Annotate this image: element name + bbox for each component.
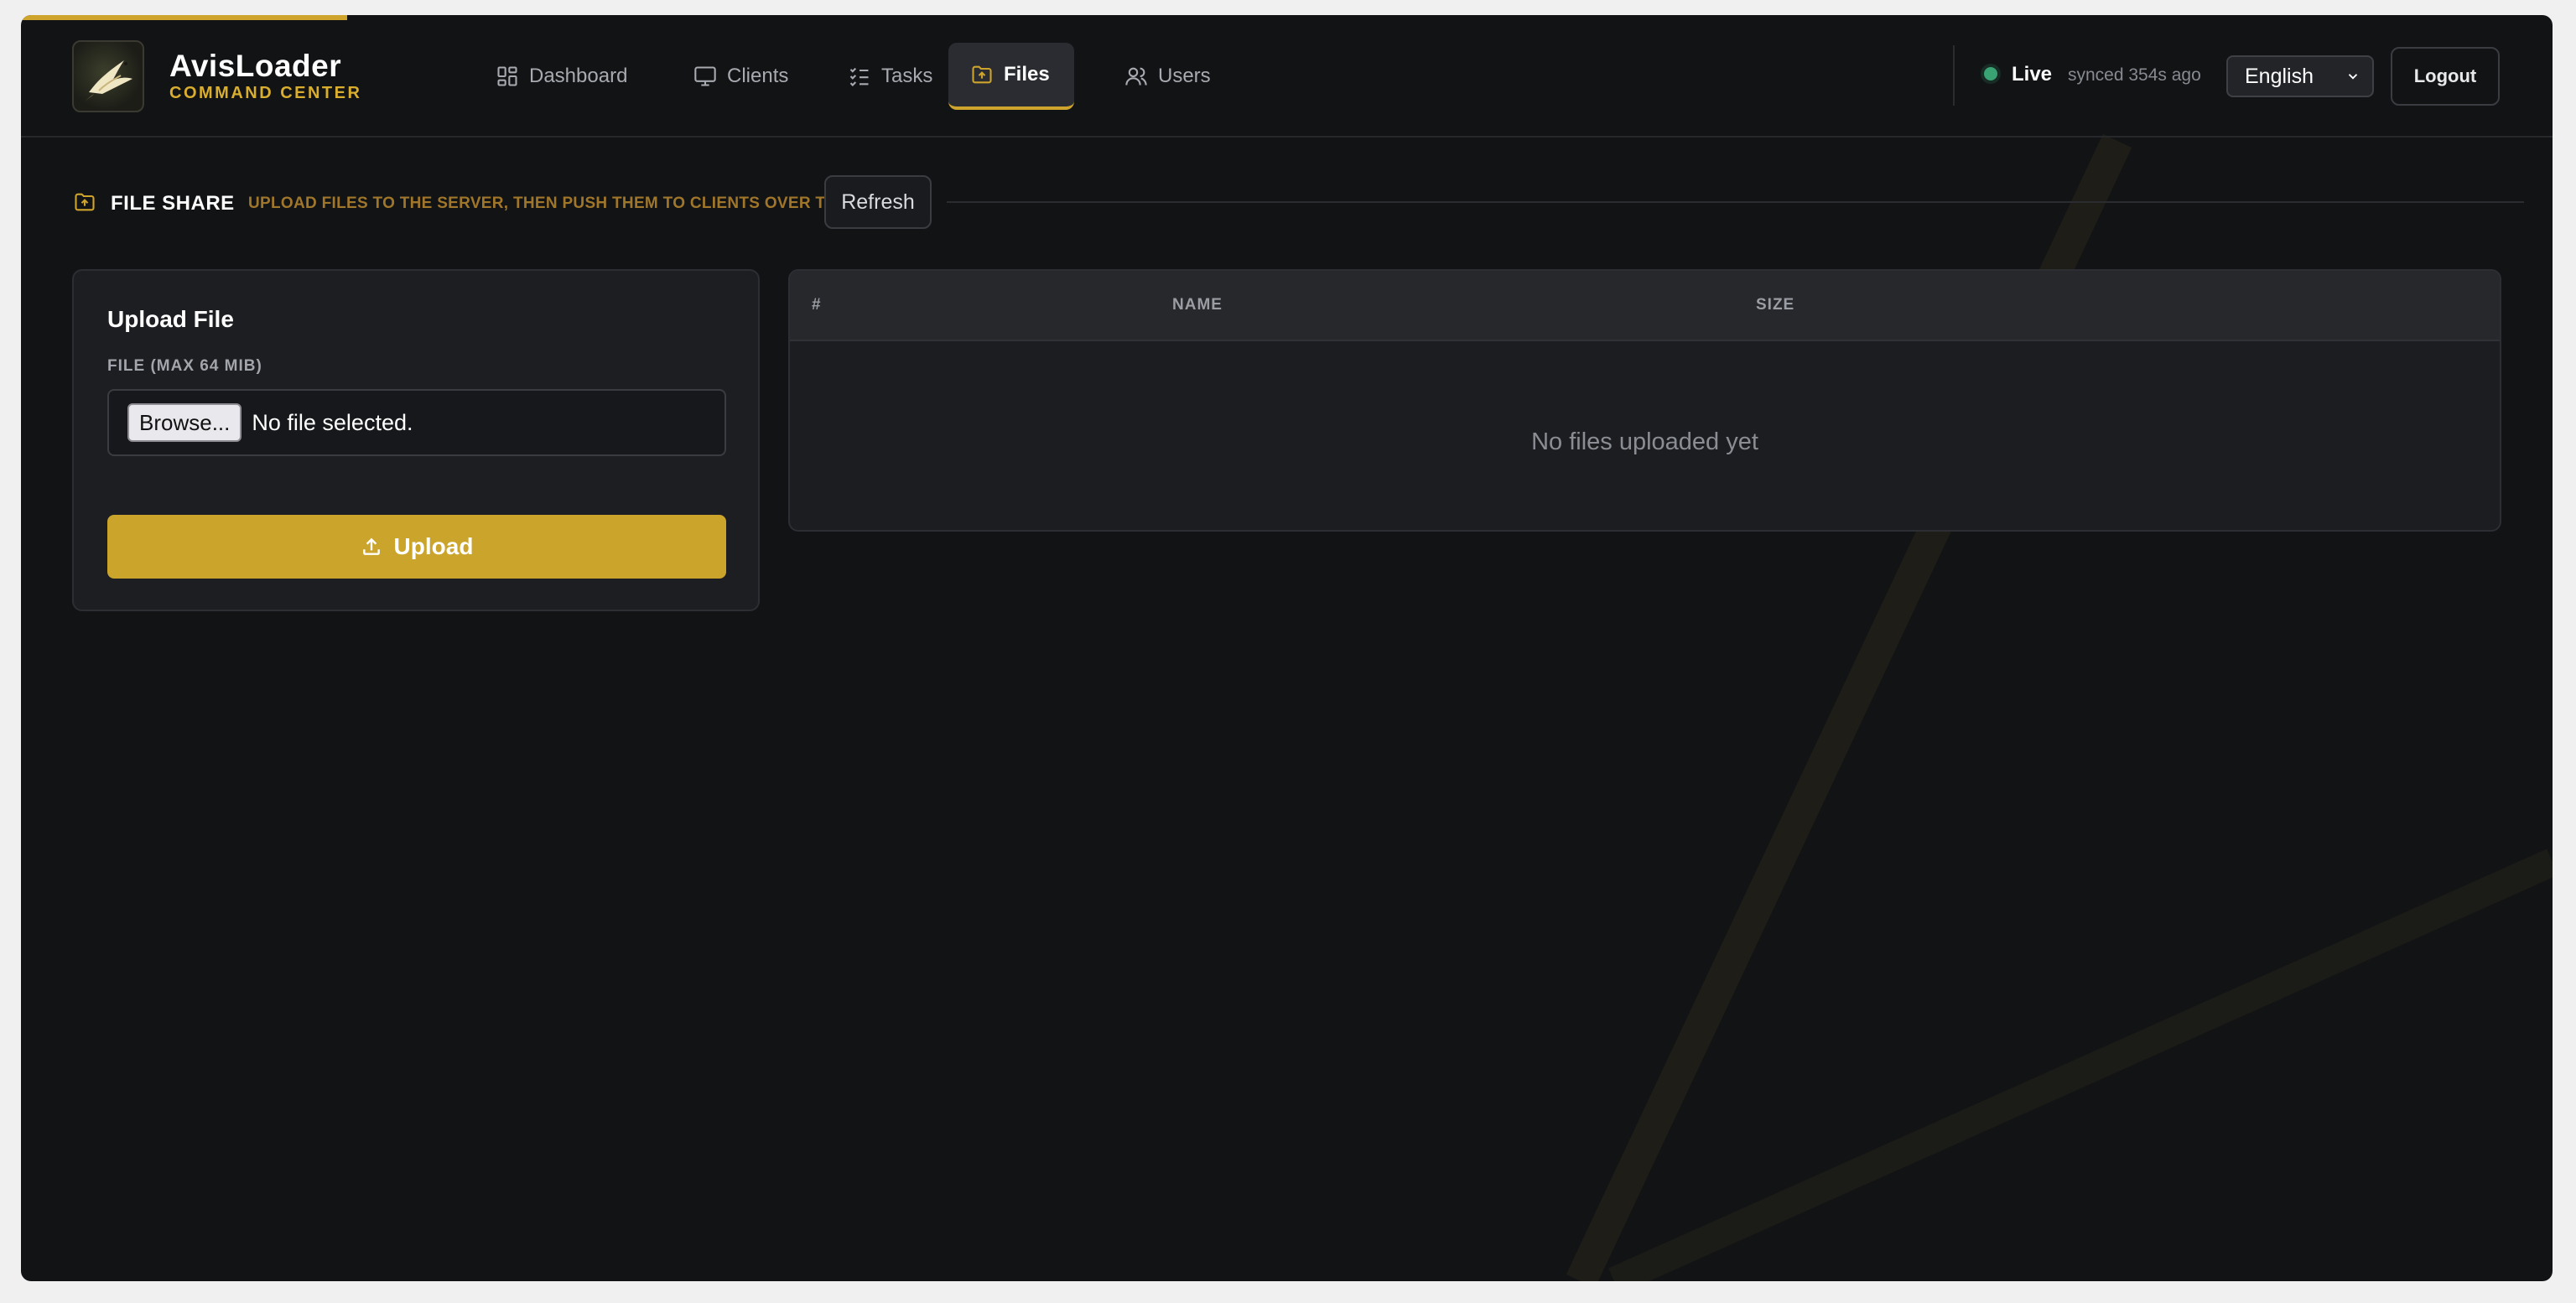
nav-users[interactable]: Users	[1103, 43, 1233, 110]
nav-tasks-label: Tasks	[881, 65, 933, 87]
nav-dashboard-label: Dashboard	[529, 65, 628, 87]
upload-card-title: Upload File	[107, 306, 234, 332]
files-table: # NAME SIZE No files uploaded yet	[788, 269, 2501, 532]
empty-state-message: No files uploaded yet	[1531, 428, 1758, 455]
folder-upload-icon	[972, 65, 992, 84]
file-input[interactable]: Browse... No file selected.	[107, 389, 726, 456]
file-status-text: No file selected.	[252, 409, 413, 435]
table-header: # NAME SIZE	[790, 271, 2500, 341]
top-header: AvisLoader COMMAND CENTER Dashboard Clie…	[21, 15, 2553, 138]
section-title: FILE SHARE	[111, 192, 235, 215]
upload-button-label: Upload	[393, 533, 474, 559]
folder-upload-icon	[75, 193, 95, 211]
nav-clients[interactable]: Clients	[672, 43, 810, 110]
live-status-dot	[1984, 67, 1997, 80]
app-window: AvisLoader COMMAND CENTER Dashboard Clie…	[21, 15, 2553, 1281]
upload-icon	[362, 537, 380, 555]
refresh-button[interactable]: Refresh	[824, 175, 932, 229]
tasks-icon	[849, 67, 869, 86]
sync-status: synced 354s ago	[2068, 65, 2201, 85]
nav-files[interactable]: Files	[948, 43, 1074, 110]
file-field-label: FILE (MAX 64 MIB)	[107, 357, 262, 375]
users-icon	[1125, 67, 1147, 86]
column-header-size[interactable]: SIZE	[1756, 296, 1794, 314]
logout-button[interactable]: Logout	[2391, 47, 2500, 106]
bird-logo-icon	[86, 60, 132, 101]
nav-tasks[interactable]: Tasks	[826, 43, 954, 110]
header-divider	[1953, 45, 1955, 106]
nav-users-label: Users	[1158, 65, 1211, 87]
nav-files-label: Files	[1004, 63, 1050, 86]
brand-logo[interactable]	[72, 40, 144, 112]
language-selected: English	[2245, 64, 2314, 88]
dashboard-icon	[497, 66, 517, 86]
column-header-name[interactable]: NAME	[1172, 296, 1223, 314]
upload-button[interactable]: Upload	[107, 515, 726, 579]
nav-dashboard[interactable]: Dashboard	[474, 43, 649, 110]
nav-clients-label: Clients	[727, 65, 789, 87]
brand-name: AvisLoader	[169, 49, 342, 83]
column-header-index[interactable]: #	[812, 296, 822, 314]
language-select[interactable]: English	[2226, 55, 2374, 97]
browse-button[interactable]: Browse...	[127, 403, 242, 442]
live-status-label: Live	[2012, 63, 2053, 86]
section-divider	[947, 201, 2524, 203]
brand-subtitle: COMMAND CENTER	[169, 84, 362, 102]
upload-card: Upload File FILE (MAX 64 MIB) Browse... …	[72, 269, 760, 611]
chevron-down-icon	[2348, 74, 2358, 80]
monitor-icon	[694, 66, 716, 86]
section-subtitle: UPLOAD FILES TO THE SERVER, THEN PUSH TH…	[248, 195, 849, 212]
